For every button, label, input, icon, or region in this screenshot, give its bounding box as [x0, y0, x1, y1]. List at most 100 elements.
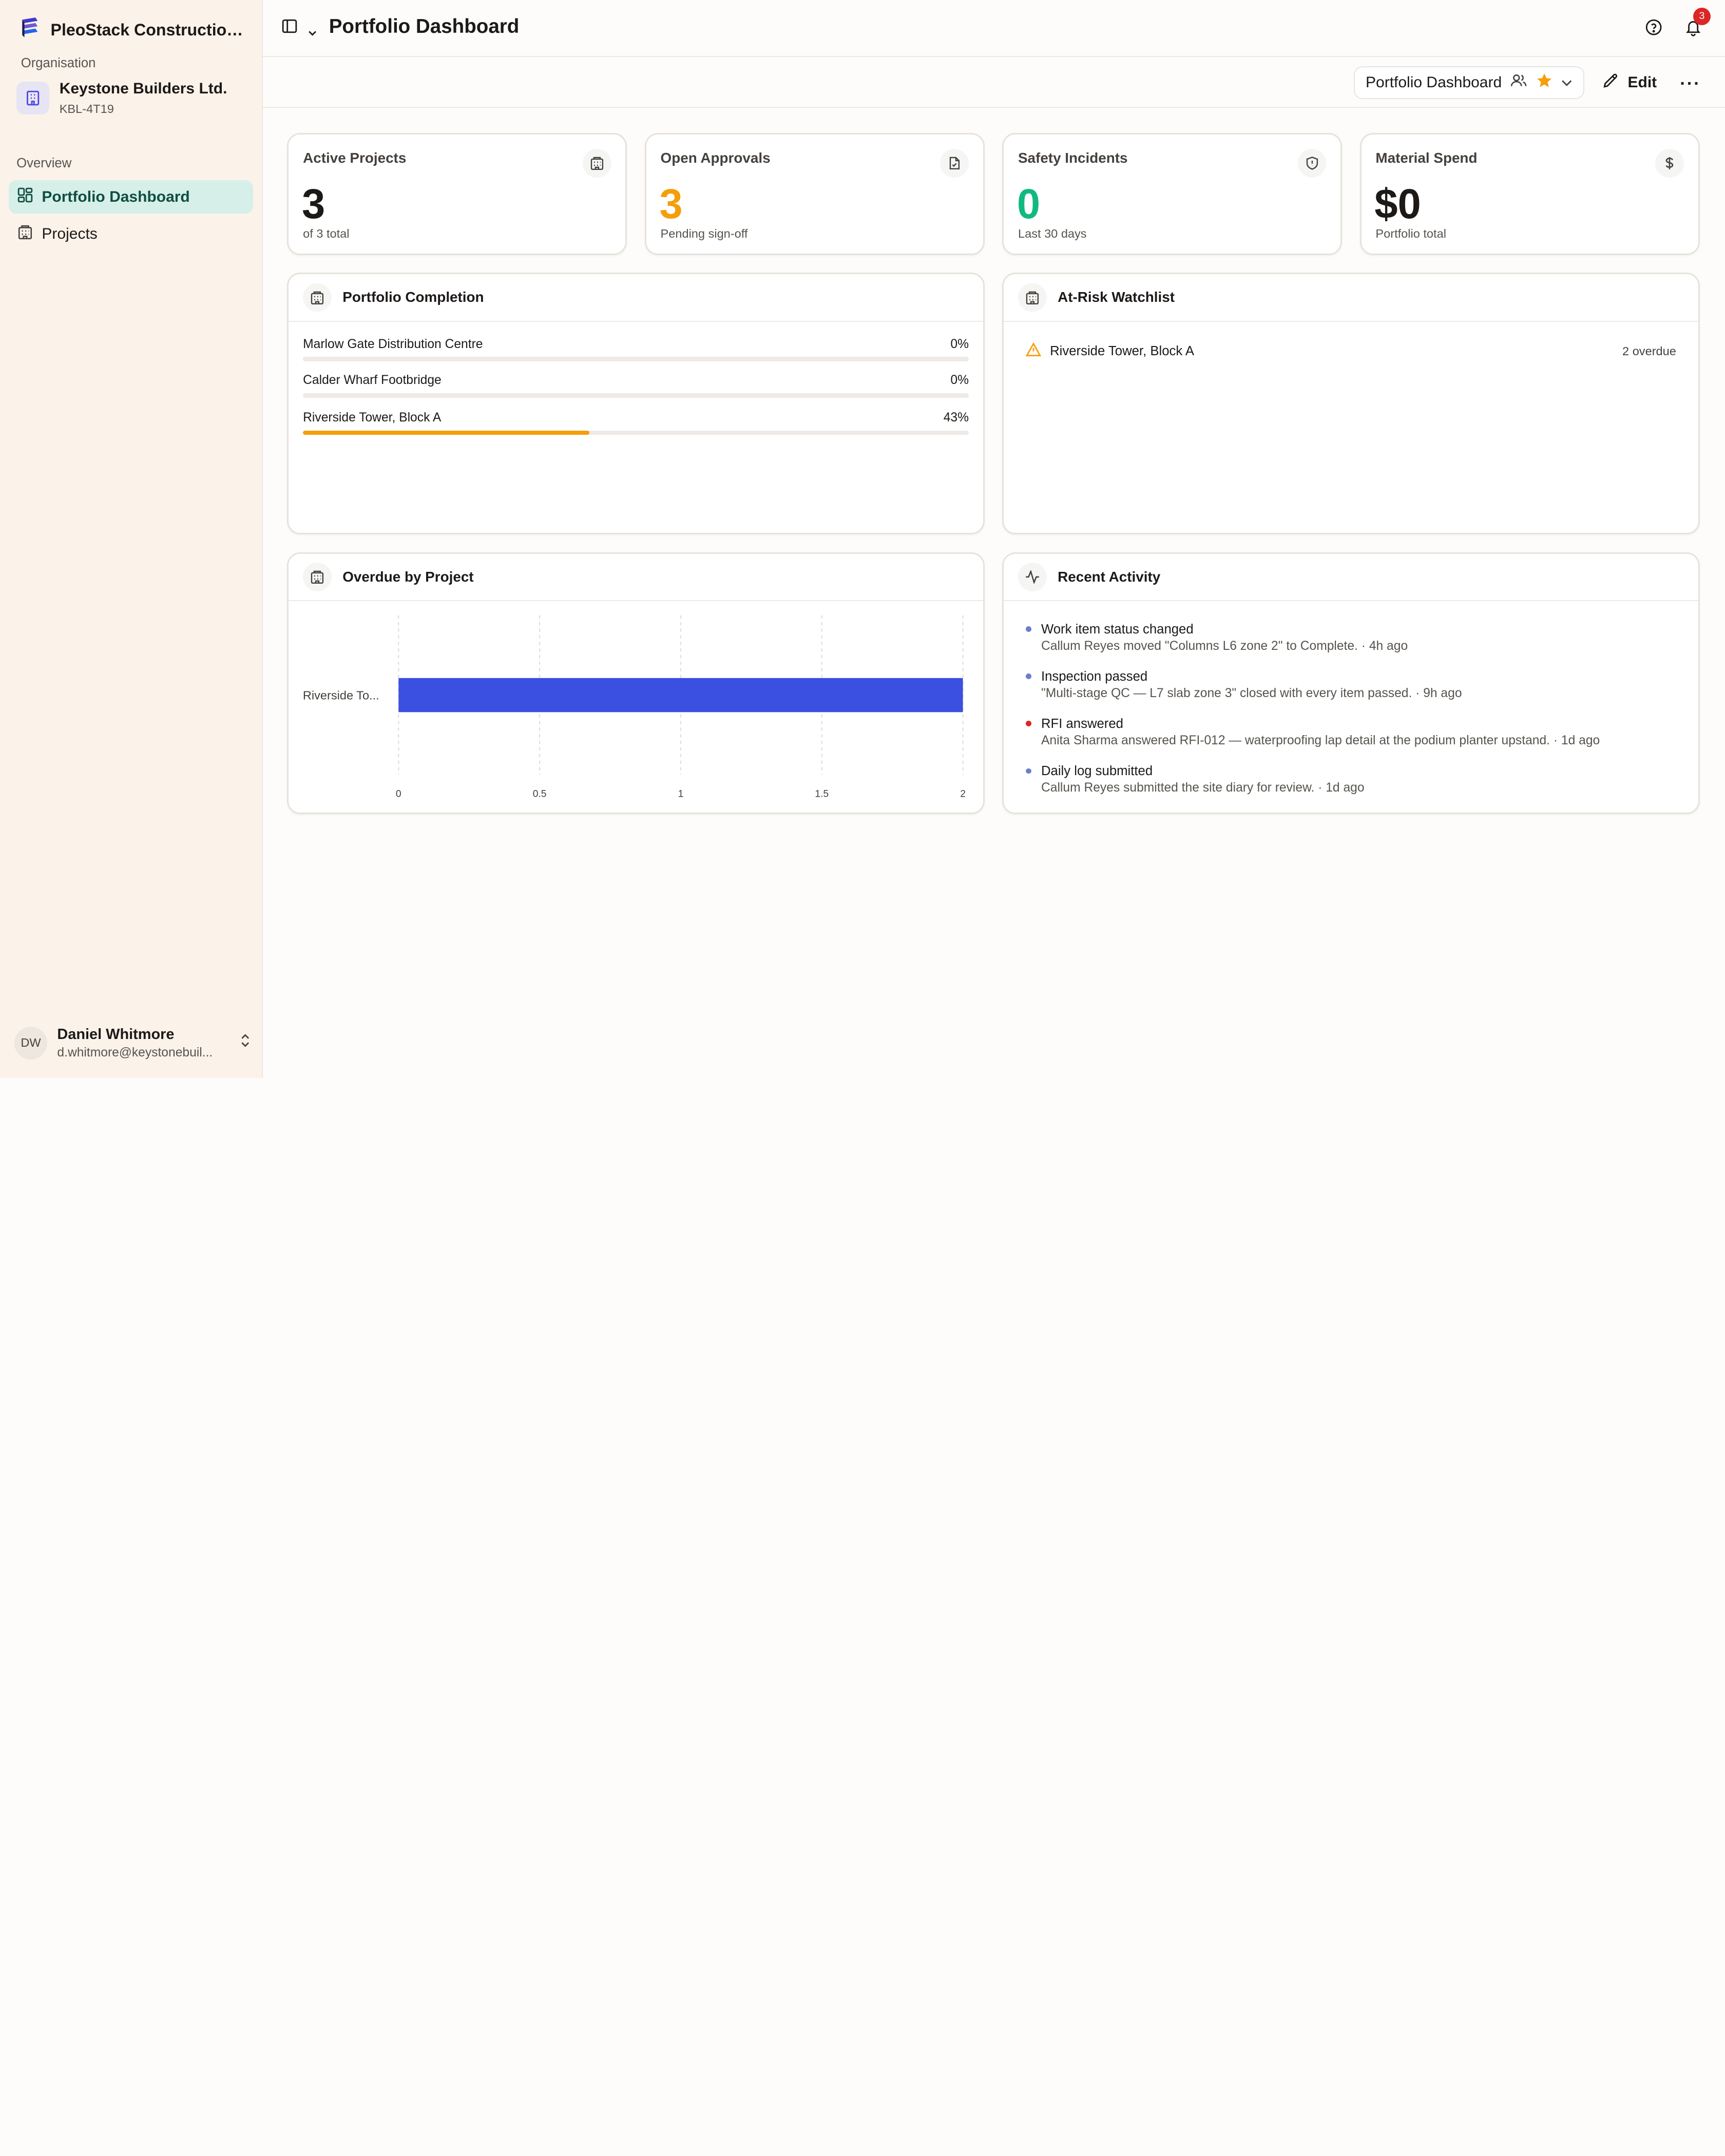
progress-track — [303, 430, 969, 435]
panel-title: Recent Activity — [1058, 568, 1161, 585]
brand[interactable]: PleoStack Construction ... — [20, 16, 243, 43]
project-name: Calder Wharf Footbridge — [303, 373, 442, 388]
stat-value: 0 — [1017, 180, 1041, 227]
activity-title: Inspection passed — [1041, 669, 1148, 684]
watchlist-project-name: Riverside Tower, Block A — [1050, 344, 1195, 359]
more-options-button[interactable]: ··· — [1680, 74, 1701, 94]
x-tick-label: 1.5 — [815, 788, 829, 799]
building-icon — [303, 562, 332, 591]
stat-card-material-spend: Material Spend $0 Portfolio total — [1359, 133, 1700, 256]
stat-subtitle: Pending sign-off — [660, 227, 748, 241]
stat-value: 3 — [659, 180, 683, 227]
y-category-label: Riverside To... — [303, 689, 379, 702]
app-name: PleoStack Construction ... — [50, 20, 243, 39]
stat-title: Open Approvals — [660, 150, 771, 166]
progress-percent: 0% — [950, 337, 969, 351]
x-tick-label: 0.5 — [533, 788, 547, 799]
activity-item[interactable]: Inspection passed "Multi-stage QC — L7 s… — [1025, 669, 1676, 701]
sidebar-item-projects[interactable]: Projects — [9, 218, 253, 251]
edit-button[interactable]: Edit — [1602, 72, 1657, 93]
logo-icon — [20, 16, 40, 43]
overdue-bar-chart: 0 0.5 1 1.5 2 Riverside To... — [303, 615, 966, 799]
user-name: Daniel Whitmore — [57, 1026, 175, 1043]
stat-title: Active Projects — [303, 150, 407, 166]
progress-row: Calder Wharf Footbridge 0% — [303, 373, 969, 398]
activity-item[interactable]: Work item status changed Callum Reyes mo… — [1025, 622, 1676, 653]
watchlist-item[interactable]: Riverside Tower, Block A 2 overdue — [1025, 342, 1676, 360]
progress-track — [303, 393, 969, 398]
progress-row: Marlow Gate Distribution Centre 0% — [303, 337, 969, 361]
activity-dot — [1025, 768, 1031, 774]
progress-percent: 0% — [950, 373, 969, 388]
activity-description: Callum Reyes submitted the site diary fo… — [1041, 781, 1365, 795]
sidebar-item-label: Portfolio Dashboard — [42, 188, 190, 205]
dashboard-selector[interactable]: Portfolio Dashboard — [1353, 66, 1584, 99]
edit-label: Edit — [1627, 74, 1657, 91]
organisation-switcher[interactable]: Keystone Builders Ltd. KBL-4T19 — [16, 80, 227, 116]
stat-title: Material Spend — [1375, 150, 1478, 166]
organisation-code: KBL-4T19 — [59, 102, 114, 116]
user-email: d.whitmore@keystonebuil... — [57, 1045, 213, 1060]
activity-item[interactable]: Daily log submitted Callum Reyes submitt… — [1025, 763, 1676, 795]
progress-track — [303, 357, 969, 361]
sidebar: PleoStack Construction ... Organisation … — [0, 0, 263, 1078]
at-risk-watchlist-panel: At-Risk Watchlist Riverside Tower, Block… — [1002, 273, 1700, 535]
sidebar-item-portfolio-dashboard[interactable]: Portfolio Dashboard — [9, 180, 253, 214]
chevron-up-down-icon — [240, 1033, 251, 1053]
notifications-button[interactable]: 3 — [1684, 8, 1711, 41]
activity-item[interactable]: RFI answered Anita Sharma answered RFI-0… — [1025, 716, 1676, 748]
activity-dot — [1025, 673, 1031, 679]
x-tick-label: 0 — [396, 788, 401, 799]
user-menu[interactable]: DW Daniel Whitmore d.whitmore@keystonebu… — [14, 1026, 251, 1060]
notification-count-badge: 3 — [1693, 8, 1711, 26]
project-name: Riverside Tower, Block A — [303, 411, 442, 425]
star-icon[interactable] — [1536, 72, 1552, 93]
app-root: PleoStack Construction ... Organisation … — [0, 0, 1725, 1078]
progress-percent: 43% — [943, 411, 969, 425]
panel-title: Portfolio Completion — [342, 289, 484, 305]
activity-dot — [1025, 626, 1031, 632]
activity-description: Anita Sharma answered RFI-012 — waterpro… — [1041, 734, 1600, 748]
progress-row: Riverside Tower, Block A 43% — [303, 411, 969, 435]
stat-card-open-approvals: Open Approvals 3 Pending sign-off — [644, 133, 985, 256]
stat-title: Safety Incidents — [1018, 150, 1128, 166]
help-icon[interactable] — [1645, 18, 1662, 41]
stat-subtitle: Last 30 days — [1018, 227, 1087, 241]
overdue-count: 2 overdue — [1622, 344, 1676, 358]
building-icon — [582, 149, 611, 178]
nav-section-label: Overview — [16, 156, 72, 171]
document-check-icon — [940, 149, 969, 178]
building-icon — [17, 224, 33, 244]
sidebar-item-label: Projects — [42, 225, 98, 243]
dashboard-icon — [17, 187, 33, 207]
sidebar-toggle-icon[interactable] — [282, 18, 297, 38]
x-tick-label: 1 — [678, 788, 684, 799]
progress-fill — [303, 430, 589, 435]
users-icon — [1510, 73, 1527, 92]
stat-card-safety-incidents: Safety Incidents 0 Last 30 days — [1002, 133, 1343, 256]
organisation-building-icon — [16, 82, 50, 115]
dollar-icon — [1655, 149, 1684, 178]
chevron-down-icon[interactable] — [308, 22, 317, 42]
bar — [398, 678, 963, 713]
portfolio-completion-panel: Portfolio Completion Marlow Gate Distrib… — [287, 273, 985, 535]
activity-dot — [1025, 721, 1031, 727]
stat-card-active-projects: Active Projects 3 of 3 total — [287, 133, 627, 256]
organisation-name: Keystone Builders Ltd. — [59, 80, 227, 98]
stat-subtitle: Portfolio total — [1375, 227, 1446, 241]
page-title: Portfolio Dashboard — [329, 15, 520, 37]
activity-title: RFI answered — [1041, 716, 1123, 731]
activity-title: Daily log submitted — [1041, 763, 1153, 778]
dashboard-name: Portfolio Dashboard — [1366, 73, 1502, 91]
building-icon — [1018, 283, 1047, 312]
chevron-down-icon — [1561, 74, 1572, 91]
building-icon — [303, 283, 332, 312]
activity-title: Work item status changed — [1041, 622, 1194, 637]
avatar: DW — [14, 1026, 48, 1060]
panel-title: At-Risk Watchlist — [1058, 289, 1175, 305]
x-tick-label: 2 — [960, 788, 966, 799]
project-name: Marlow Gate Distribution Centre — [303, 337, 483, 351]
recent-activity-panel: Recent Activity Work item status changed… — [1002, 552, 1700, 814]
shield-icon — [1297, 149, 1327, 178]
stat-value: 3 — [301, 180, 325, 227]
